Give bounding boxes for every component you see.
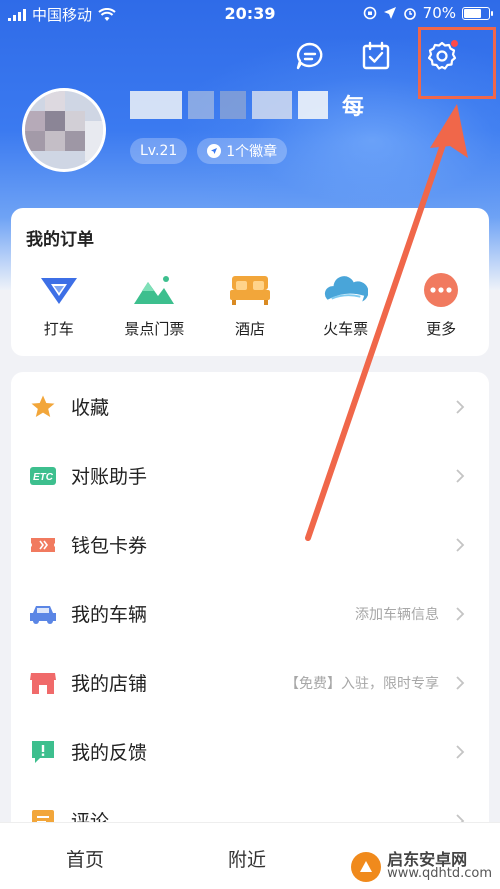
- order-label: 酒店: [234, 320, 265, 338]
- menu-list: 收藏 ETC 对账助手 钱包卡券 我的车辆 添加车辆信息 我的店铺 【免费】入驻…: [11, 372, 489, 842]
- settings-highlight-box: [418, 27, 496, 99]
- alarm-icon: [403, 8, 416, 20]
- chevron-right-icon: [456, 468, 465, 483]
- menu-item-label: 我的店铺: [71, 673, 148, 695]
- medal-count: 1个徽章: [226, 144, 278, 160]
- user-badges: Lv.21 1个徽章: [130, 138, 288, 164]
- order-taxi[interactable]: 打车: [16, 270, 102, 339]
- bed-icon: [229, 276, 270, 305]
- order-train[interactable]: 火车票: [303, 270, 389, 339]
- message-button[interactable]: [292, 38, 328, 74]
- order-hotel[interactable]: 酒店: [207, 270, 293, 339]
- level-text: Lv.21: [140, 143, 178, 159]
- car-icon: [30, 605, 56, 624]
- menu-item-shop[interactable]: 我的店铺 【免费】入驻，限时专享: [11, 648, 489, 717]
- checkin-icon: [362, 41, 390, 70]
- feedback-icon: [32, 740, 54, 763]
- star-icon: [31, 395, 55, 417]
- rotation-lock-icon: [363, 6, 376, 20]
- battery-percent: 70%: [422, 4, 456, 22]
- order-label: 景点门票: [124, 320, 185, 338]
- menu-item-label: 钱包卡券: [71, 535, 148, 557]
- avatar[interactable]: [22, 88, 106, 172]
- username-suffix: 每: [342, 95, 365, 120]
- order-label: 打车: [43, 320, 74, 338]
- etc-icon-text: ETC: [33, 472, 54, 483]
- location-icon: [383, 7, 396, 19]
- watermark-name: 启东安卓网: [387, 850, 468, 869]
- menu-item-label: 我的车辆: [71, 604, 148, 626]
- menu-item-wallet[interactable]: 钱包卡券: [11, 510, 489, 579]
- message-icon: [296, 42, 323, 70]
- username: 每: [130, 88, 364, 122]
- menu-item-reconcile[interactable]: ETC 对账助手: [11, 441, 489, 510]
- order-tickets[interactable]: 景点门票: [111, 270, 197, 339]
- status-bar: 中国移动 20:39 70%: [0, 0, 500, 28]
- menu-item-feedback[interactable]: 我的反馈: [11, 717, 489, 786]
- order-more[interactable]: 更多: [398, 270, 484, 339]
- watermark-url: www.qdhtd.com: [387, 866, 492, 881]
- shop-icon: [30, 672, 56, 694]
- mountain-icon: [134, 276, 175, 304]
- menu-item-hint: 添加车辆信息: [355, 606, 439, 623]
- order-label: 火车票: [323, 320, 369, 338]
- tab-home[interactable]: 首页: [66, 845, 104, 872]
- chevron-right-icon: [456, 537, 465, 552]
- watermark: 启东安卓网 www.qdhtd.com: [351, 852, 492, 882]
- menu-item-hint: 【免费】入驻，限时专享: [285, 675, 439, 692]
- taxi-icon: [40, 278, 77, 304]
- menu-item-label: 我的反馈: [71, 742, 148, 764]
- chevron-right-icon: [456, 399, 465, 414]
- order-label: 更多: [426, 320, 457, 338]
- watermark-logo-icon: [351, 852, 382, 882]
- medal-icon: [207, 144, 222, 158]
- tab-nearby[interactable]: 附近: [228, 845, 266, 872]
- menu-item-vehicles[interactable]: 我的车辆 添加车辆信息: [11, 579, 489, 648]
- checkin-button[interactable]: [358, 38, 394, 74]
- menu-item-label: 收藏: [71, 397, 110, 419]
- menu-item-label: 对账助手: [71, 466, 148, 488]
- battery-icon: [462, 6, 493, 20]
- ticket-icon: [31, 537, 55, 552]
- more-icon: [424, 273, 459, 307]
- chevron-right-icon: [456, 744, 465, 759]
- etc-icon: ETC: [30, 466, 56, 485]
- orders-card: 我的订单 打车 景点门票 酒店 火车票 更多: [11, 208, 489, 356]
- chevron-right-icon: [456, 675, 465, 690]
- chevron-right-icon: [456, 606, 465, 621]
- level-badge[interactable]: Lv.21: [130, 138, 188, 164]
- orders-title: 我的订单: [26, 230, 94, 250]
- menu-item-favorites[interactable]: 收藏: [11, 372, 489, 441]
- medal-badge[interactable]: 1个徽章: [197, 138, 288, 164]
- train-cloud-icon: [324, 276, 368, 303]
